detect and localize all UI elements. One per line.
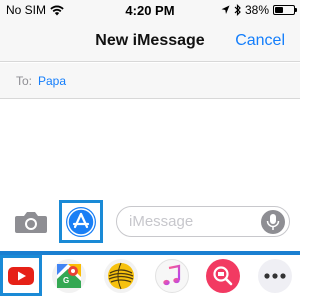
globe-icon — [108, 262, 134, 290]
app-store-button[interactable] — [66, 207, 96, 237]
message-placeholder: iMessage — [129, 213, 194, 230]
location-icon — [221, 5, 230, 14]
app-google-maps[interactable]: G — [52, 259, 86, 293]
battery-percent: 38% — [244, 3, 269, 17]
cancel-button[interactable]: Cancel — [235, 32, 285, 50]
svg-text:G: G — [63, 276, 69, 285]
google-maps-icon: G — [57, 264, 81, 288]
camera-button[interactable] — [14, 208, 48, 236]
status-bar: No SIM 4:20 PM 38% — [0, 0, 300, 20]
app-image-search[interactable] — [206, 259, 240, 293]
microphone-icon — [266, 214, 280, 230]
battery-icon — [273, 5, 297, 15]
status-right: 38% — [217, 3, 297, 17]
to-field[interactable]: To: Papa — [0, 63, 300, 99]
music-icon — [163, 264, 181, 286]
bluetooth-icon — [234, 4, 241, 16]
app-drawer: G — [0, 255, 300, 296]
app-store-icon — [67, 208, 95, 236]
compose-bar: iMessage — [0, 200, 300, 246]
recipient-chip[interactable]: Papa — [38, 74, 66, 88]
to-label: To: — [16, 74, 33, 88]
youtube-highlight — [0, 255, 42, 296]
message-input[interactable]: iMessage — [116, 206, 290, 237]
more-icon — [264, 273, 286, 279]
camera-icon — [15, 212, 47, 233]
nav-bar: New iMessage Cancel — [0, 20, 300, 62]
battery-fill — [275, 7, 283, 13]
app-music[interactable] — [155, 259, 189, 293]
app-globe[interactable] — [104, 259, 138, 293]
microphone-button[interactable] — [261, 210, 285, 234]
image-search-icon — [213, 266, 233, 286]
more-apps-button[interactable] — [258, 259, 292, 293]
app-store-highlight — [59, 200, 103, 243]
